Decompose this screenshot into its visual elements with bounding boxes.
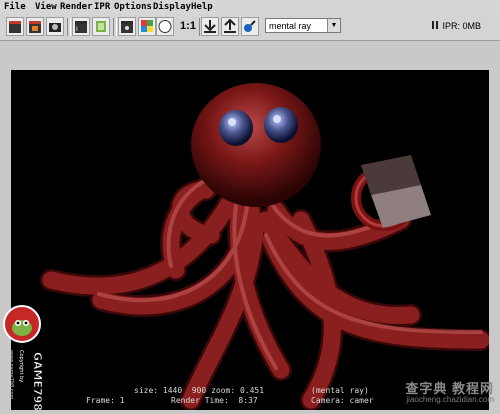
gamma-icon: [244, 20, 256, 32]
menu-ipr[interactable]: IPR: [94, 0, 110, 15]
display-options-button[interactable]: [241, 17, 259, 36]
toolbar-separator: [113, 18, 117, 36]
color-channels-icon: [141, 20, 153, 32]
pause-icon: [432, 21, 438, 29]
menu-bar: File View Render IPR Options Display Hel…: [0, 0, 500, 15]
svg-text:I: I: [76, 26, 78, 33]
menu-view[interactable]: View: [35, 0, 57, 15]
render-settings-button[interactable]: [118, 17, 136, 36]
svg-text:GAME798: GAME798: [31, 352, 44, 410]
render-viewport: size: 1440 900 zoom: 0.451 (mental ray) …: [11, 70, 489, 410]
render-region-button[interactable]: [26, 17, 44, 36]
site-watermark-domain: jiaocheng.chazidian.com: [406, 395, 494, 404]
redo-render-button[interactable]: [6, 17, 24, 36]
menu-render[interactable]: Render: [60, 0, 93, 15]
menu-display[interactable]: Display: [153, 0, 191, 15]
alpha-circle-icon: [158, 20, 172, 33]
keep-image-button[interactable]: [201, 17, 219, 36]
toolbar-separator: [67, 18, 71, 36]
renderer-dropdown[interactable]: mental ray ▼: [265, 18, 341, 33]
remove-image-icon: [224, 19, 236, 33]
real-size-button[interactable]: 1:1: [177, 17, 199, 36]
remove-image-button[interactable]: [221, 17, 239, 36]
svg-text:Copyright by: Copyright by: [18, 350, 24, 382]
hud-size-zoom: size: 1440 900 zoom: 0.451: [134, 386, 265, 395]
svg-text:www.game798.com: www.game798.com: [8, 350, 14, 400]
rgb-channel-button[interactable]: [138, 17, 156, 36]
ipr-memory-status: IPR: 0MB: [432, 20, 481, 31]
ipr-memory-label: IPR: 0MB: [442, 21, 482, 31]
alpha-channel-button[interactable]: [156, 17, 174, 36]
snapshot-button[interactable]: [46, 17, 64, 36]
keep-image-icon: [204, 20, 216, 33]
menu-help[interactable]: Help: [191, 0, 213, 15]
toolbar: I 1:1 mental ray ▼ IPR: 0MB: [0, 15, 500, 41]
rendered-octopus-image: [40, 83, 489, 410]
game798-watermark-logo: GAME798 Copyright by www.game798.com: [0, 300, 70, 411]
chevron-down-icon: ▼: [327, 19, 340, 32]
ipr-refresh-icon: [96, 21, 106, 32]
camera-icon: [49, 23, 61, 32]
settings-clapper-icon: [121, 21, 133, 33]
ipr-render-button[interactable]: I: [72, 17, 90, 36]
renderer-selected: mental ray: [269, 21, 312, 31]
game798-logo-icon: GAME798 Copyright by www.game798.com: [3, 305, 44, 411]
ipr-clapper-icon: I: [75, 21, 87, 33]
hud-camera: Camera: camer: [311, 396, 374, 405]
menu-options[interactable]: Options: [114, 0, 152, 15]
ipr-refresh-button[interactable]: [92, 17, 110, 36]
menu-file[interactable]: File: [4, 0, 26, 15]
hud-frame: Frame: 1: [86, 396, 125, 405]
hud-render-time: Render Time: 8:37: [171, 396, 258, 405]
hud-renderer: (mental ray): [311, 386, 369, 395]
clapper-icon: [9, 21, 21, 33]
clapper-region-icon: [29, 21, 41, 33]
